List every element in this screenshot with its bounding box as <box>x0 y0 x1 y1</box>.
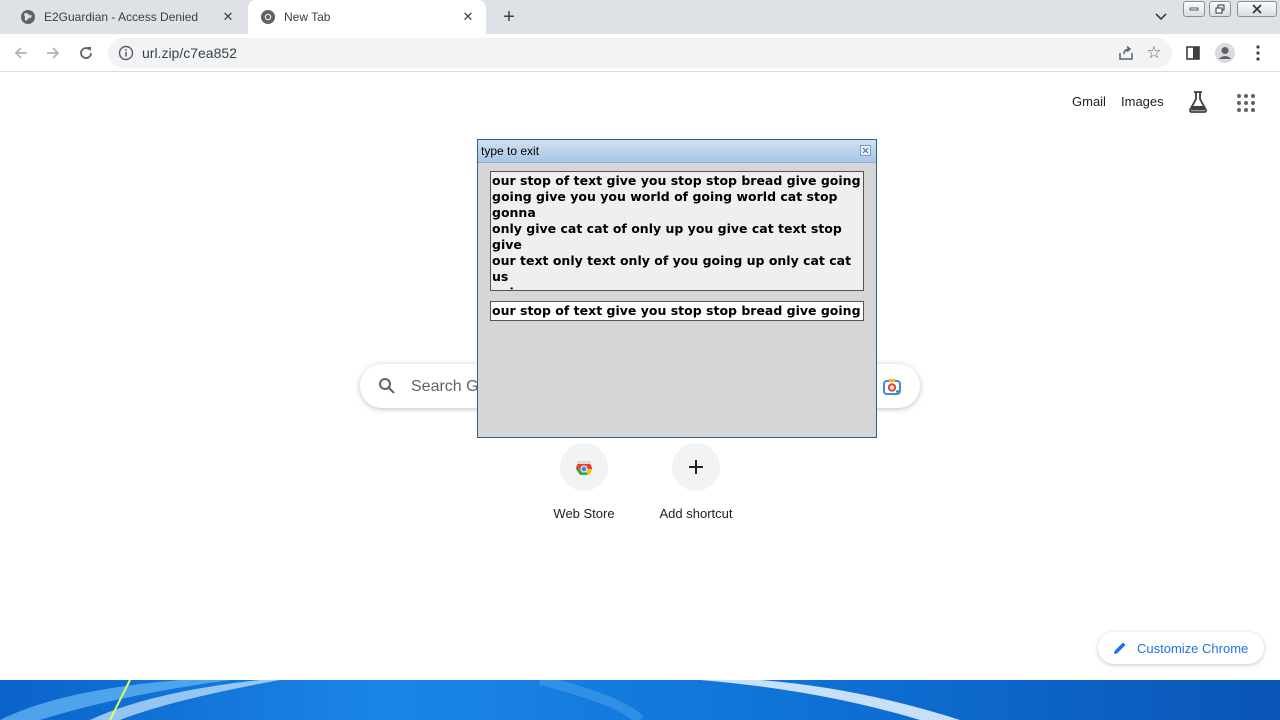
search-icon <box>378 377 396 395</box>
restore-button[interactable] <box>1209 1 1231 17</box>
typing-input-value: our stop of text give you stop stop brea… <box>492 303 864 318</box>
bookmark-star-icon[interactable]: ☆ <box>1144 43 1164 63</box>
type-to-exit-dialog: type to exit our stop of text give you s… <box>477 139 877 438</box>
chrome-icon <box>260 9 276 25</box>
share-icon[interactable] <box>1118 45 1134 61</box>
google-apps-icon[interactable] <box>1237 94 1255 112</box>
prompt-text-area: our stop of text give you stop stop brea… <box>490 171 864 291</box>
window-close-button[interactable] <box>1237 1 1277 17</box>
shortcut-label: Web Store <box>553 506 615 521</box>
gmail-link[interactable]: Gmail <box>1072 94 1106 109</box>
search-placeholder: Search Go <box>411 378 488 395</box>
google-lens-icon[interactable] <box>882 377 902 397</box>
dialog-close-icon[interactable] <box>860 145 871 156</box>
url-text: url.zip/c7ea852 <box>142 45 237 61</box>
shortcut-add[interactable]: Add shortcut <box>641 443 751 521</box>
shortcut-label: Add shortcut <box>659 506 733 521</box>
close-icon[interactable]: ✕ <box>460 9 476 25</box>
profile-avatar-icon[interactable] <box>1213 41 1237 65</box>
desktop-wallpaper <box>0 680 1280 720</box>
typing-input[interactable]: our stop of text give you stop stop brea… <box>490 301 864 321</box>
web-store-icon <box>560 443 608 491</box>
tab-new-tab[interactable]: New Tab ✕ <box>248 0 486 34</box>
back-button[interactable] <box>10 42 32 64</box>
forward-button[interactable] <box>42 42 64 64</box>
globe-icon <box>20 9 36 25</box>
images-link[interactable]: Images <box>1121 94 1164 109</box>
dialog-title: type to exit <box>481 144 540 158</box>
menu-kebab-icon[interactable] <box>1246 41 1270 65</box>
close-icon[interactable]: ✕ <box>220 9 236 25</box>
browser-toolbar: url.zip/c7ea852 ☆ <box>0 34 1280 72</box>
tab-title: New Tab <box>284 10 331 24</box>
pencil-icon <box>1112 640 1128 656</box>
dialog-titlebar[interactable]: type to exit <box>478 140 876 163</box>
side-panel-icon[interactable] <box>1181 41 1205 65</box>
reload-button[interactable] <box>75 42 97 64</box>
address-bar[interactable]: url.zip/c7ea852 ☆ <box>108 38 1172 68</box>
plus-icon <box>672 443 720 491</box>
shortcut-web-store[interactable]: Web Store <box>529 443 639 521</box>
new-tab-button[interactable]: + <box>498 6 520 28</box>
customize-chrome-button[interactable]: Customize Chrome <box>1098 632 1264 664</box>
customize-label: Customize Chrome <box>1137 640 1249 656</box>
chevron-down-icon[interactable] <box>1152 8 1170 26</box>
labs-flask-icon[interactable] <box>1187 90 1209 114</box>
minimize-button[interactable] <box>1183 1 1205 17</box>
tab-e2guardian[interactable]: E2Guardian - Access Denied ✕ <box>8 0 246 34</box>
tab-strip: E2Guardian - Access Denied ✕ New Tab ✕ + <box>0 0 1280 34</box>
tab-title: E2Guardian - Access Denied <box>44 10 199 24</box>
info-icon[interactable] <box>118 45 134 61</box>
